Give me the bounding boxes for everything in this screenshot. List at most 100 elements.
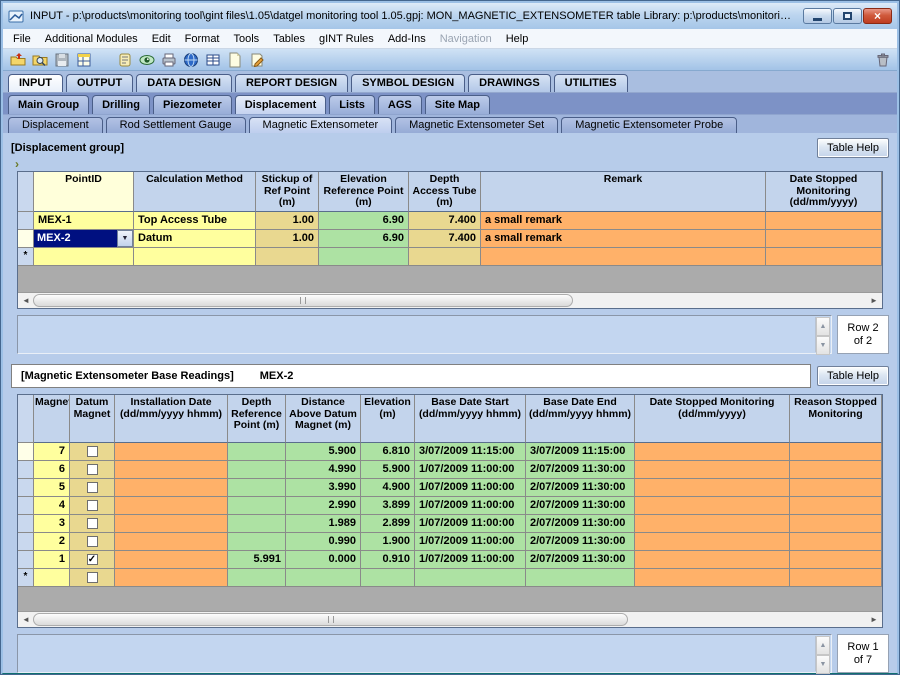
date-stopped-monitoring-cell[interactable] <box>635 479 790 497</box>
datum-magnet-checkbox[interactable] <box>87 572 98 583</box>
row-selector[interactable] <box>18 443 34 461</box>
magnet-cell[interactable]: 4 <box>34 497 70 515</box>
base-date-start-cell[interactable]: 1/07/2009 11:00:00 <box>415 479 526 497</box>
tab-drawings[interactable]: DRAWINGS <box>468 74 551 92</box>
distance-above-datum-magnet-cell[interactable]: 2.990 <box>286 497 361 515</box>
magnet-cell[interactable]: 6 <box>34 461 70 479</box>
installation-date-cell[interactable] <box>115 479 228 497</box>
selected-cell-value[interactable]: MEX-2 <box>34 230 117 247</box>
datum-magnet-checkbox[interactable] <box>87 464 98 475</box>
magnet-cell[interactable]: 3 <box>34 515 70 533</box>
scroll-right-icon[interactable]: ► <box>867 615 881 624</box>
reason-stopped-monitoring-cell[interactable] <box>790 497 882 515</box>
reason-stopped-monitoring-cell[interactable] <box>790 569 882 587</box>
base-date-start-cell[interactable]: 1/07/2009 11:00:00 <box>415 497 526 515</box>
print-icon[interactable] <box>160 51 177 68</box>
scroll-right-icon[interactable]: ► <box>867 296 881 305</box>
tab-utilities[interactable]: UTILITIES <box>554 74 628 92</box>
depth-reference-point-cell[interactable] <box>228 533 286 551</box>
menu-add-ins[interactable]: Add-Ins <box>381 30 433 48</box>
row-selector[interactable] <box>18 212 34 230</box>
remark-cell[interactable] <box>481 248 766 266</box>
date-stopped-monitoring-cell[interactable] <box>635 443 790 461</box>
tab-displacement-group[interactable]: Displacement <box>235 95 327 114</box>
distance-above-datum-magnet-cell[interactable]: 4.990 <box>286 461 361 479</box>
tab-symbol-design[interactable]: SYMBOL DESIGN <box>351 74 465 92</box>
elevation-cell[interactable]: 2.899 <box>361 515 415 533</box>
datum-magnet-cell[interactable] <box>70 551 115 569</box>
row-selector[interactable] <box>18 230 34 248</box>
horizontal-scrollbar[interactable]: ◄ ► <box>18 611 882 627</box>
menu-help[interactable]: Help <box>499 30 536 48</box>
depth-reference-point-cell[interactable] <box>228 569 286 587</box>
date-stopped-monitoring-cell[interactable] <box>635 533 790 551</box>
elevation-cell[interactable]: 1.900 <box>361 533 415 551</box>
globe-icon[interactable] <box>182 51 199 68</box>
menu-tools[interactable]: Tools <box>227 30 267 48</box>
row-selector[interactable]: * <box>18 569 34 587</box>
elevation-cell[interactable]: 6.810 <box>361 443 415 461</box>
row-nav-arrow[interactable]: › <box>11 159 889 171</box>
tab-output[interactable]: OUTPUT <box>66 74 133 92</box>
base-date-start-cell[interactable]: 1/07/2009 11:00:00 <box>415 533 526 551</box>
depth-reference-point-cell[interactable] <box>228 497 286 515</box>
elevation-cell[interactable]: 0.910 <box>361 551 415 569</box>
distance-above-datum-magnet-cell[interactable]: 0.990 <box>286 533 361 551</box>
elevation-cell[interactable] <box>361 569 415 587</box>
datum-magnet-cell[interactable] <box>70 443 115 461</box>
row-selector[interactable] <box>18 515 34 533</box>
menu-file[interactable]: File <box>6 30 38 48</box>
base-date-start-cell[interactable]: 1/07/2009 11:00:00 <box>415 461 526 479</box>
tab-data-design[interactable]: DATA DESIGN <box>136 74 232 92</box>
base-date-start-cell[interactable]: 3/07/2009 11:15:00 <box>415 443 526 461</box>
magnet-cell[interactable] <box>34 569 70 587</box>
elevation-reference-point-cell[interactable]: 6.90 <box>319 230 409 248</box>
preview-eye-icon[interactable] <box>138 51 155 68</box>
datum-magnet-checkbox[interactable] <box>87 482 98 493</box>
dropdown-button[interactable]: ▼ <box>117 230 133 247</box>
report-grid-icon[interactable] <box>204 51 221 68</box>
spin-down-icon[interactable]: ▼ <box>816 655 830 674</box>
stickup-ref-point-cell[interactable]: 1.00 <box>256 230 319 248</box>
tab-input[interactable]: INPUT <box>8 74 63 92</box>
maximize-button[interactable] <box>833 8 862 24</box>
spin-down-icon[interactable]: ▼ <box>816 336 830 355</box>
calculation-method-cell[interactable]: Top Access Tube <box>134 212 256 230</box>
data-table-icon[interactable] <box>75 51 92 68</box>
date-stopped-monitoring-cell[interactable] <box>766 230 882 248</box>
menu-tables[interactable]: Tables <box>266 30 312 48</box>
row-selector[interactable]: * <box>18 248 34 266</box>
scroll-left-icon[interactable]: ◄ <box>19 615 33 624</box>
installation-date-cell[interactable] <box>115 461 228 479</box>
depth-reference-point-cell[interactable] <box>228 515 286 533</box>
calculation-method-cell[interactable]: Datum <box>134 230 256 248</box>
minimize-button[interactable] <box>803 8 832 24</box>
tab-magnetic-extensometer-set[interactable]: Magnetic Extensometer Set <box>395 117 558 133</box>
depth-reference-point-cell[interactable] <box>228 461 286 479</box>
distance-above-datum-magnet-cell[interactable]: 3.990 <box>286 479 361 497</box>
base-date-end-cell[interactable]: 2/07/2009 11:30:00 <box>526 461 635 479</box>
installation-date-cell[interactable] <box>115 569 228 587</box>
tab-magnetic-extensometer-probe[interactable]: Magnetic Extensometer Probe <box>561 117 737 133</box>
magnet-cell[interactable]: 1 <box>34 551 70 569</box>
reason-stopped-monitoring-cell[interactable] <box>790 515 882 533</box>
table-help-button[interactable]: Table Help <box>817 138 889 158</box>
calculation-method-cell[interactable] <box>134 248 256 266</box>
datum-magnet-checkbox[interactable] <box>87 518 98 529</box>
depth-reference-point-cell[interactable]: 5.991 <box>228 551 286 569</box>
document-edit-icon[interactable] <box>248 51 265 68</box>
base-date-start-cell[interactable] <box>415 569 526 587</box>
installation-date-cell[interactable] <box>115 497 228 515</box>
base-date-end-cell[interactable]: 3/07/2009 11:15:00 <box>526 443 635 461</box>
date-stopped-monitoring-cell[interactable] <box>635 569 790 587</box>
menu-gint-rules[interactable]: gINT Rules <box>312 30 381 48</box>
remark-cell[interactable]: a small remark <box>481 212 766 230</box>
open-project-icon[interactable] <box>9 51 26 68</box>
tab-magnetic-extensometer[interactable]: Magnetic Extensometer <box>249 117 393 133</box>
elevation-cell[interactable]: 5.900 <box>361 461 415 479</box>
remark-cell[interactable]: a small remark <box>481 230 766 248</box>
elevation-cell[interactable]: 3.899 <box>361 497 415 515</box>
point-id-cell[interactable] <box>34 248 134 266</box>
reason-stopped-monitoring-cell[interactable] <box>790 551 882 569</box>
installation-date-cell[interactable] <box>115 533 228 551</box>
